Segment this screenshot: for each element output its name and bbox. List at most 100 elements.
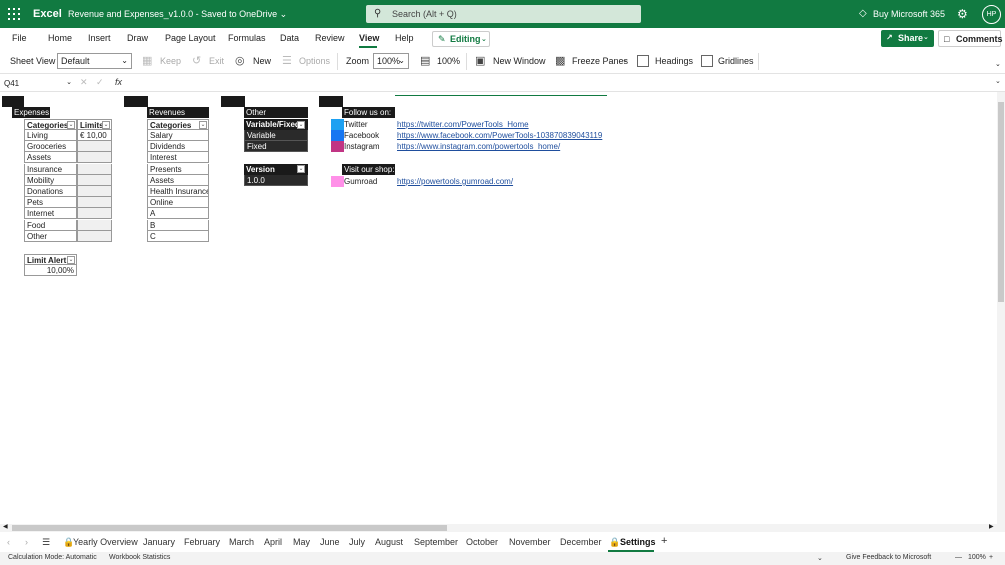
prev-sheet-icon[interactable]: ‹ [7,537,10,547]
sheet-view-select[interactable]: Default ⌄ [57,53,132,69]
tab-review[interactable]: Review [315,33,345,43]
expense-limit-cell[interactable] [77,141,112,153]
expense-limit-cell[interactable] [77,197,112,209]
tab-january[interactable]: January [143,537,175,547]
zoom-level[interactable]: 100% [968,554,986,561]
exit-button[interactable]: Exit [209,56,224,66]
zoom-out-button[interactable]: — [955,554,962,561]
expense-category-cell[interactable]: Grooceries [24,141,77,153]
expense-category-cell[interactable]: Food [24,219,77,231]
enter-icon[interactable]: ✓ [96,77,104,88]
comments-button[interactable]: □ Comments [938,30,1003,47]
social-link[interactable]: https://www.facebook.com/PowerTools-1038… [397,131,602,140]
social-link[interactable]: https://twitter.com/PowerTools_Home [397,120,529,129]
revenue-category-cell[interactable]: C [147,230,209,242]
filter-dropdown-icon[interactable]: ⌄ [67,121,75,129]
new-view-button[interactable]: New [253,56,271,66]
expense-limit-cell[interactable] [77,186,112,197]
formula-input[interactable] [128,77,993,90]
expense-category-cell[interactable]: Assets [24,152,77,164]
variable-fixed-cell[interactable]: Fixed [244,141,308,153]
expense-limit-cell[interactable] [77,152,112,164]
revenue-category-cell[interactable]: Presents [147,163,209,175]
calculation-mode[interactable]: Calculation Mode: Automatic [8,554,97,561]
expense-limit-cell[interactable] [77,230,112,242]
keep-button[interactable]: Keep [160,56,181,66]
expense-category-cell[interactable]: Donations [24,186,77,197]
filter-dropdown-icon[interactable]: ⌄ [297,165,305,173]
expense-category-cell[interactable]: Living [24,130,77,141]
scroll-left-icon[interactable]: ◀ [3,523,8,530]
app-launcher-icon[interactable] [8,8,20,20]
avatar[interactable]: HP [982,5,1001,24]
revenue-category-cell[interactable]: A [147,208,209,220]
add-sheet-button[interactable]: + [661,535,667,547]
tab-view[interactable]: View [359,33,379,43]
expense-category-cell[interactable]: Internet [24,208,77,220]
gridlines-checkbox[interactable] [701,55,713,67]
all-sheets-icon[interactable]: ☰ [42,537,50,548]
tab-march[interactable]: March [229,537,254,547]
tab-file[interactable]: File [12,33,27,43]
freeze-panes-button[interactable]: Freeze Panes [572,56,628,66]
revenue-category-cell[interactable]: Interest [147,152,209,164]
app-name[interactable]: Excel [33,8,62,20]
new-window-button[interactable]: New Window [493,56,546,66]
filter-dropdown-icon[interactable]: ⌄ [102,121,110,129]
chevron-down-icon[interactable]: ⌄ [622,56,628,64]
next-sheet-icon[interactable]: › [25,537,28,547]
tab-insert[interactable]: Insert [88,33,111,43]
filter-dropdown-icon[interactable]: ⌄ [67,256,75,264]
tab-help[interactable]: Help [395,33,414,43]
tab-february[interactable]: February [184,537,220,547]
tab-october[interactable]: October [466,537,498,547]
options-button[interactable]: Options [299,56,330,66]
tab-september[interactable]: September [414,537,458,547]
zoom-100-button[interactable]: 100% [437,56,460,66]
expense-category-cell[interactable]: Insurance [24,163,77,175]
tab-june[interactable]: June [320,537,340,547]
buy-microsoft-365-button[interactable]: Buy Microsoft 365 [873,9,945,19]
expense-limit-cell[interactable] [77,174,112,186]
expense-limit-cell[interactable] [77,163,112,175]
expand-formula-icon[interactable]: ⌄ [995,77,1001,85]
variable-fixed-cell[interactable]: Variable [244,130,308,141]
revenue-category-cell[interactable]: Online [147,197,209,209]
social-link[interactable]: https://www.instagram.com/powertools_hom… [397,142,560,151]
tab-yearly-overview[interactable]: Yearly Overview [73,537,138,547]
revenue-category-cell[interactable]: B [147,219,209,231]
tab-august[interactable]: August [375,537,403,547]
tab-settings[interactable]: Settings [620,537,656,547]
tab-may[interactable]: May [293,537,310,547]
tab-draw[interactable]: Draw [127,33,148,43]
filter-dropdown-icon[interactable]: ⌄ [297,121,305,129]
tab-page-layout[interactable]: Page Layout [165,33,216,43]
expense-category-cell[interactable]: Pets [24,197,77,209]
editing-mode-button[interactable]: ✎ Editing ⌄ [432,31,490,47]
zoom-select[interactable]: 100% ⌄ [373,53,409,69]
expense-category-cell[interactable]: Mobility [24,174,77,186]
shop-link[interactable]: https://powertools.gumroad.com/ [397,177,513,186]
scroll-right-icon[interactable]: ▶ [989,523,994,530]
chevron-down-icon[interactable]: ⌄ [817,554,823,562]
expense-limit-cell[interactable] [77,208,112,220]
revenue-category-cell[interactable]: Assets [147,174,209,186]
tab-july[interactable]: July [349,537,365,547]
expense-limit-cell[interactable]: € 10,00 [77,130,112,141]
document-title[interactable]: Revenue and Expenses_v1.0.0 - Saved to O… [68,9,287,20]
expense-limit-cell[interactable] [77,219,112,231]
zoom-in-button[interactable]: + [989,554,993,561]
share-button[interactable]: ↗ Share ⌄ [881,30,934,47]
tab-home[interactable]: Home [48,33,72,43]
tab-formulas[interactable]: Formulas [228,33,266,43]
feedback-link[interactable]: Give Feedback to Microsoft [846,554,931,561]
workbook-statistics[interactable]: Workbook Statistics [109,554,170,561]
worksheet-grid[interactable]: Expenses Categories ⌄ Limits ⌄ Living € 1… [0,92,997,524]
name-box[interactable]: Q41 ⌄ [2,77,74,90]
headings-checkbox[interactable] [637,55,649,67]
revenue-category-cell[interactable]: Dividends [147,141,209,153]
revenue-category-cell[interactable]: Salary [147,130,209,141]
tab-data[interactable]: Data [280,33,299,43]
function-icon[interactable]: fx [115,77,122,87]
tab-november[interactable]: November [509,537,551,547]
